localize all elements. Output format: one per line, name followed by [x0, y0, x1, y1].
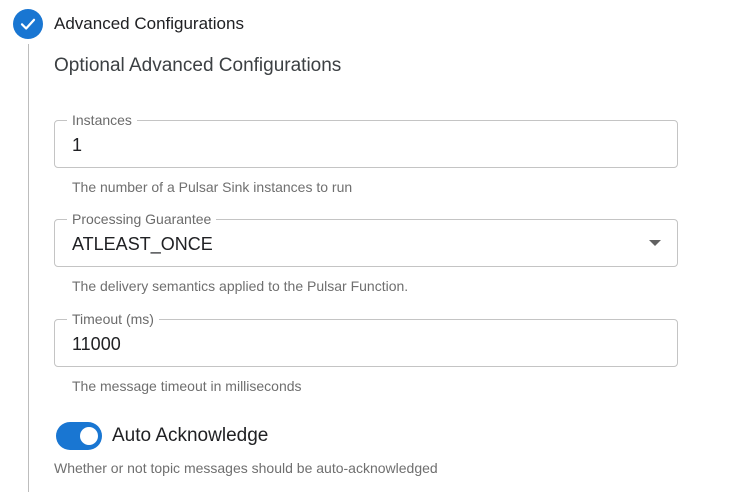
advanced-configurations-step: Advanced Configurations Optional Advance… — [0, 0, 752, 492]
check-icon — [13, 9, 43, 39]
instances-helper-text: The number of a Pulsar Sink instances to… — [72, 179, 353, 195]
auto-acknowledge-helper-text: Whether or not topic messages should be … — [54, 460, 438, 476]
timeout-label: Timeout (ms) — [67, 310, 159, 328]
processing-guarantee-label: Processing Guarantee — [67, 210, 217, 228]
auto-acknowledge-label[interactable]: Auto Acknowledge — [112, 425, 268, 447]
instances-input[interactable]: 1 — [72, 134, 82, 156]
toggle-knob — [80, 427, 98, 445]
processing-guarantee-select[interactable]: Processing Guarantee ATLEAST_ONCE — [54, 210, 678, 267]
processing-guarantee-helper-text: The delivery semantics applied to the Pu… — [72, 278, 409, 294]
processing-guarantee-value[interactable]: ATLEAST_ONCE — [72, 233, 213, 255]
section-title: Optional Advanced Configurations — [54, 55, 342, 76]
step-title[interactable]: Advanced Configurations — [54, 13, 244, 35]
auto-acknowledge-toggle[interactable] — [56, 422, 102, 450]
timeout-field[interactable]: Timeout (ms) 11000 — [54, 310, 678, 367]
instances-field[interactable]: Instances 1 — [54, 111, 678, 168]
instances-label: Instances — [67, 111, 137, 129]
timeout-helper-text: The message timeout in milliseconds — [72, 378, 302, 394]
step-connector-line — [28, 44, 29, 492]
timeout-input[interactable]: 11000 — [72, 333, 121, 355]
dropdown-arrow-icon[interactable] — [649, 240, 661, 246]
